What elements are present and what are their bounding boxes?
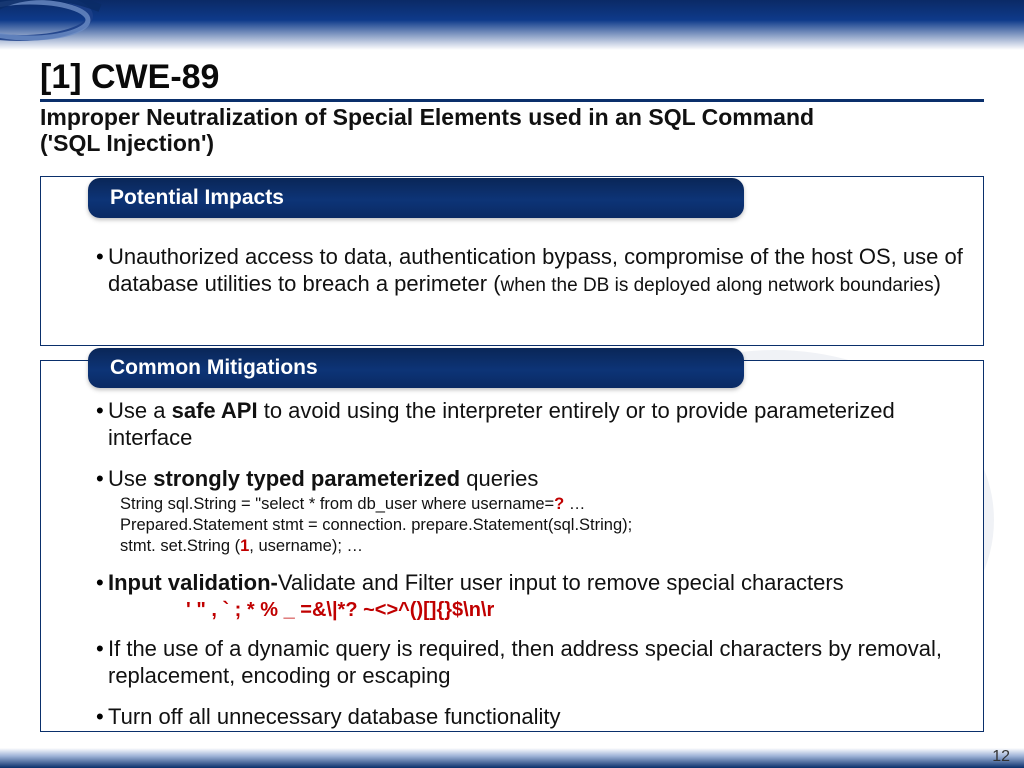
bullet-dot: •	[96, 244, 108, 270]
code-line-3: stmt. set.String (1, username); …	[120, 536, 976, 557]
text-bold: safe API	[172, 398, 258, 423]
logo-swirl-icon	[0, 0, 150, 58]
bullet-dot: •	[96, 704, 108, 730]
text-fragment-small: when the DB is deployed along network bo…	[501, 275, 934, 296]
bottom-bar	[0, 748, 1024, 768]
text-fragment: queries	[460, 466, 538, 491]
text-fragment: Use	[108, 466, 153, 491]
bullet-dot: •	[96, 570, 108, 596]
slide: [1] CWE-89 Improper Neutralization of Sp…	[0, 0, 1024, 768]
special-characters: ' " , ` ; * % _ =&\|*? ~<>^()[]{}$\n\r	[186, 599, 976, 622]
code-sample: String sql.String = "select * from db_us…	[120, 494, 976, 556]
slide-title: [1] CWE-89	[40, 58, 984, 102]
impacts-bullet-1-text: Unauthorized access to data, authenticat…	[108, 244, 966, 298]
mitigation-bullet-2: • Use strongly typed parameterized queri…	[96, 466, 976, 493]
mitigation-bullet-2-text: Use strongly typed parameterized queries	[108, 466, 538, 493]
text-fragment: Use a	[108, 398, 172, 423]
bullet-dot: •	[96, 636, 108, 662]
mitigations-bullets: • Use a safe API to avoid using the inte…	[96, 398, 976, 731]
impacts-bullets: • Unauthorized access to data, authentic…	[96, 244, 966, 298]
page-number: 12	[992, 748, 1010, 766]
impacts-heading-pill: Potential Impacts	[88, 178, 744, 218]
text-fragment: , username); …	[249, 537, 363, 555]
code-number: 1	[240, 537, 249, 555]
bullet-dot: •	[96, 398, 108, 424]
text-fragment: String sql.String = "select * from db_us…	[120, 495, 554, 513]
top-banner	[0, 0, 1024, 50]
text-fragment: Validate and Filter user input to remove…	[278, 570, 844, 595]
mitigation-bullet-4-text: If the use of a dynamic query is require…	[108, 636, 968, 690]
mitigation-bullet-1: • Use a safe API to avoid using the inte…	[96, 398, 976, 452]
text-fragment: …	[564, 495, 585, 513]
bullet-dot: •	[96, 466, 108, 492]
mitigation-bullet-3-text: Input validation-Validate and Filter use…	[108, 570, 968, 597]
mitigation-bullet-5: • Turn off all unnecessary database func…	[96, 704, 976, 731]
code-line-1: String sql.String = "select * from db_us…	[120, 494, 976, 515]
code-line-2: Prepared.Statement stmt = connection. pr…	[120, 515, 976, 536]
code-placeholder: ?	[554, 495, 564, 513]
text-bold: strongly typed parameterized	[153, 466, 460, 491]
mitigation-bullet-1-text: Use a safe API to avoid using the interp…	[108, 398, 958, 452]
mitigation-bullet-3: • Input validation-Validate and Filter u…	[96, 570, 976, 597]
text-bold: Input validation-	[108, 570, 278, 595]
slide-subtitle: Improper Neutralization of Special Eleme…	[40, 104, 820, 157]
mitigation-bullet-4: • If the use of a dynamic query is requi…	[96, 636, 976, 690]
mitigation-bullet-5-text: Turn off all unnecessary database functi…	[108, 704, 561, 731]
text-fragment: )	[934, 271, 941, 296]
mitigations-heading-pill: Common Mitigations	[88, 348, 744, 388]
text-fragment: stmt. set.String (	[120, 537, 240, 555]
impacts-bullet-1: • Unauthorized access to data, authentic…	[96, 244, 966, 298]
